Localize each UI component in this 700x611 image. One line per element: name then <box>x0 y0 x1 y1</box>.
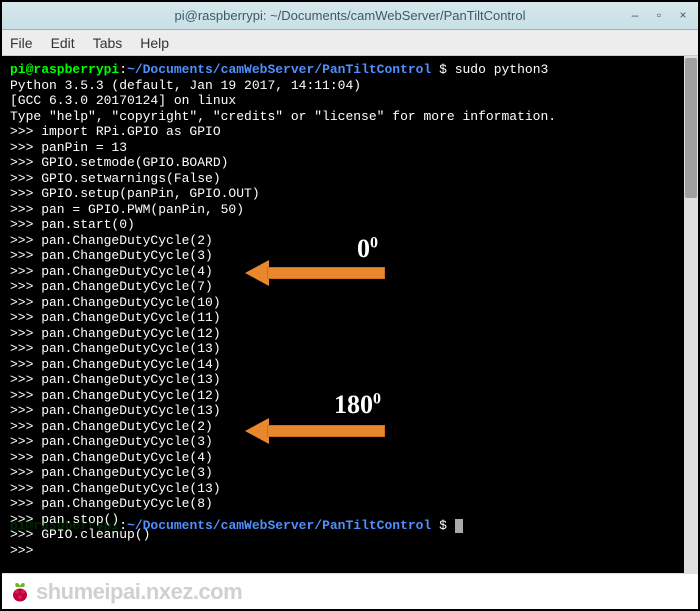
annotation-label-180deg: 1800 <box>334 390 381 420</box>
term-line: Type "help", "copyright", "credits" or "… <box>10 109 556 124</box>
prompt2-dollar: $ <box>431 518 454 533</box>
term-line: >>> GPIO.setup(panPin, GPIO.OUT) <box>10 186 260 201</box>
annotation-label-0deg: 00 <box>357 234 378 264</box>
prompt-sep: : <box>119 62 127 77</box>
term-line: >>> pan.ChangeDutyCycle(3) <box>10 465 213 480</box>
menu-edit[interactable]: Edit <box>51 35 75 51</box>
maximize-button[interactable]: ▫ <box>648 5 670 25</box>
menu-bar: File Edit Tabs Help <box>2 30 698 56</box>
term-line: >>> pan.ChangeDutyCycle(8) <box>10 496 213 511</box>
title-bar: pi@raspberrypi: ~/Documents/camWebServer… <box>2 2 698 30</box>
term-line: >>> pan.ChangeDutyCycle(4) <box>10 450 213 465</box>
term-line: [GCC 6.3.0 20170124] on linux <box>10 93 236 108</box>
term-line: >>> pan.start(0) <box>10 217 135 232</box>
term-line: >>> pan = GPIO.PWM(panPin, 50) <box>10 202 244 217</box>
command: sudo python3 <box>455 62 549 77</box>
term-line: >>> pan.ChangeDutyCycle(4) <box>10 264 213 279</box>
window-controls: – ▫ × <box>624 5 694 25</box>
prompt-dollar: $ <box>431 62 454 77</box>
term-line: >>> pan.ChangeDutyCycle(13) <box>10 341 221 356</box>
menu-help[interactable]: Help <box>140 35 169 51</box>
term-line: >>> pan.ChangeDutyCycle(11) <box>10 310 221 325</box>
term-line: >>> pan.ChangeDutyCycle(10) <box>10 295 221 310</box>
close-button[interactable]: × <box>672 5 694 25</box>
term-line: Python 3.5.3 (default, Jan 19 2017, 14:1… <box>10 78 361 93</box>
term-line: >>> pan.ChangeDutyCycle(13) <box>10 403 221 418</box>
prompt2-user: pi@raspberrypi <box>10 518 119 533</box>
prompt2-path: ~/Documents/camWebServer/PanTiltControl <box>127 518 431 533</box>
prompt-user: pi@raspberrypi <box>10 62 119 77</box>
term-line: >>> pan.ChangeDutyCycle(13) <box>10 372 221 387</box>
term-line: >>> pan.ChangeDutyCycle(3) <box>10 434 213 449</box>
term-line: >>> pan.ChangeDutyCycle(13) <box>10 481 221 496</box>
terminal[interactable]: pi@raspberrypi:~/Documents/camWebServer/… <box>2 56 698 573</box>
scrollbar-thumb[interactable] <box>685 58 697 198</box>
term-line: >>> pan.ChangeDutyCycle(2) <box>10 233 213 248</box>
window-title: pi@raspberrypi: ~/Documents/camWebServer… <box>2 8 698 23</box>
prompt-path: ~/Documents/camWebServer/PanTiltControl <box>127 62 431 77</box>
term-line: >>> GPIO.setmode(GPIO.BOARD) <box>10 155 228 170</box>
term-line: >>> pan.ChangeDutyCycle(12) <box>10 326 221 341</box>
term-line: >>> pan.ChangeDutyCycle(3) <box>10 248 213 263</box>
menu-tabs[interactable]: Tabs <box>93 35 123 51</box>
watermark-bar: shumeipai.nxez.com <box>2 573 698 609</box>
term-line: >>> panPin = 13 <box>10 140 127 155</box>
scrollbar[interactable] <box>684 56 698 573</box>
cursor-icon <box>455 519 463 533</box>
prompt-line-2: pi@raspberrypi:~/Documents/camWebServer/… <box>10 518 463 533</box>
term-line: >>> pan.ChangeDutyCycle(12) <box>10 388 221 403</box>
menu-file[interactable]: File <box>10 35 33 51</box>
term-line: >>> <box>10 543 33 558</box>
watermark-text: shumeipai.nxez.com <box>36 579 242 605</box>
term-line: >>> pan.ChangeDutyCycle(2) <box>10 419 213 434</box>
raspberry-icon <box>8 580 32 604</box>
term-line: >>> GPIO.setwarnings(False) <box>10 171 221 186</box>
term-line: >>> pan.ChangeDutyCycle(7) <box>10 279 213 294</box>
minimize-button[interactable]: – <box>624 5 646 25</box>
term-line: >>> import RPi.GPIO as GPIO <box>10 124 221 139</box>
terminal-content: pi@raspberrypi:~/Documents/camWebServer/… <box>2 56 698 564</box>
term-line: >>> pan.ChangeDutyCycle(14) <box>10 357 221 372</box>
